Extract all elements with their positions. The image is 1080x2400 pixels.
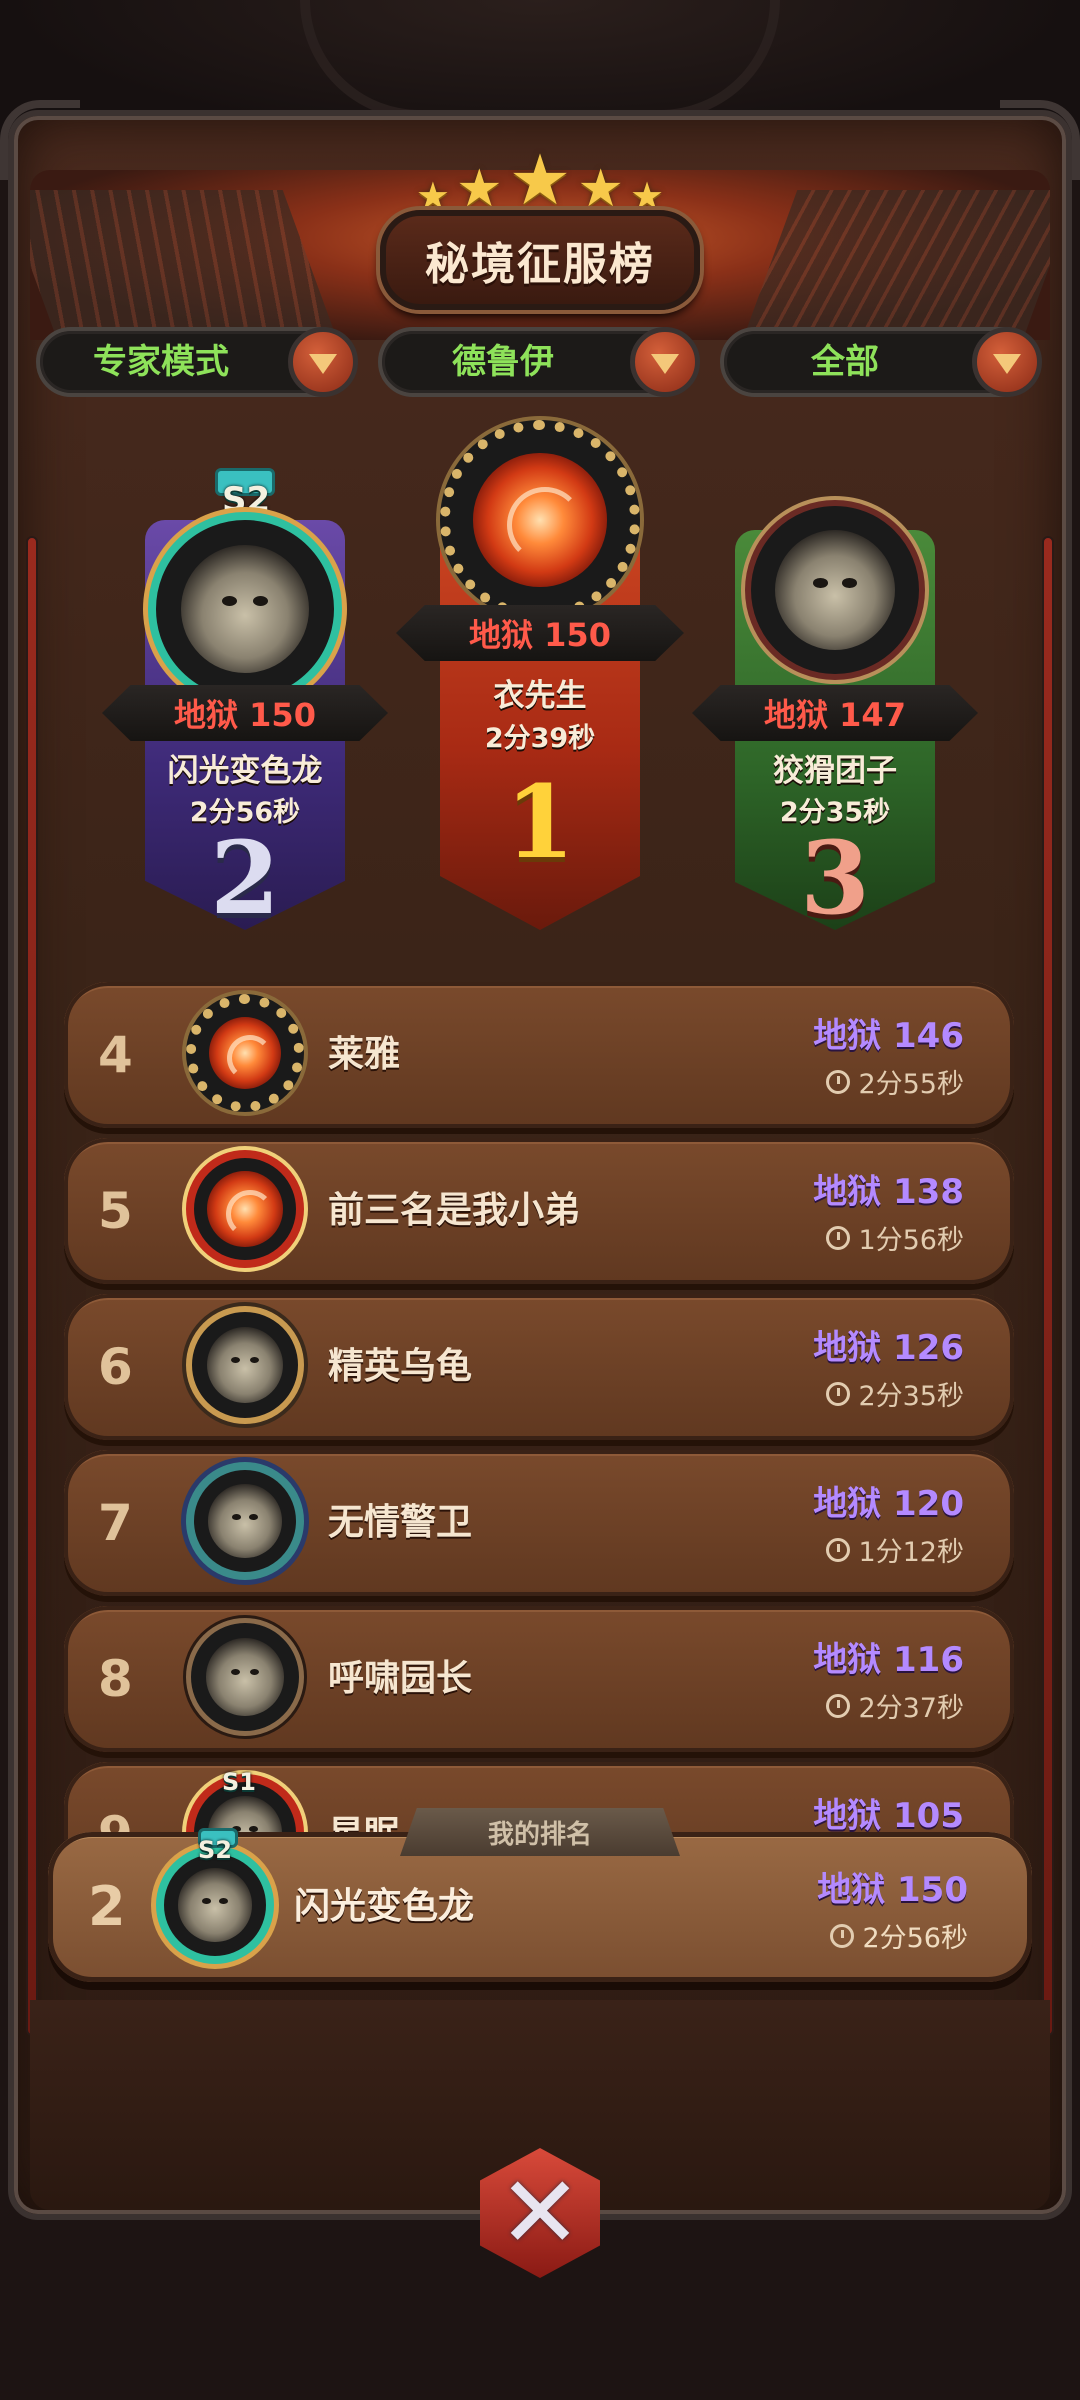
- row-rank: 5: [98, 1182, 133, 1240]
- row-time-text: 2分37秒: [858, 1693, 964, 1724]
- row-score: 地狱 138: [813, 1172, 964, 1212]
- row-rank: 8: [98, 1650, 133, 1708]
- close-button[interactable]: ✕: [455, 2138, 625, 2288]
- row-name: 星眠: [328, 1814, 401, 1840]
- player-avatar: [186, 994, 304, 1112]
- row-rank: 7: [98, 1494, 133, 1552]
- row-name: 无情警卫: [328, 1502, 473, 1543]
- row-name: 前三名是我小弟: [328, 1190, 581, 1231]
- my-rank-number: 2: [88, 1875, 126, 1938]
- row-score: 地狱 116: [813, 1640, 964, 1680]
- my-rank-label: 我的排名: [400, 1808, 680, 1856]
- row-time-text: 1分12秒: [858, 1537, 964, 1568]
- my-rank-time: 2分56秒: [830, 1916, 968, 1955]
- my-rank-time-text: 2分56秒: [862, 1923, 968, 1954]
- row-name: 呼啸园长: [328, 1658, 473, 1699]
- row-time-text: 2分35秒: [858, 1381, 964, 1412]
- row-rank: 9: [98, 1806, 133, 1840]
- clock-icon: [826, 1069, 851, 1094]
- row-time-text: 2分55秒: [858, 1069, 964, 1100]
- my-rank-score: 地狱 150: [817, 1870, 968, 1910]
- season-badge: S1: [222, 1768, 256, 1796]
- clock-icon: [826, 1693, 851, 1718]
- clock-icon: [826, 1225, 851, 1250]
- list-item[interactable]: 5 前三名是我小弟 地狱 138 1分56秒: [64, 1138, 1014, 1284]
- ranking-list[interactable]: 4 莱雅 地狱 146 2分55秒 5 前三名是我小弟 地狱 138 1分56秒…: [0, 0, 1080, 1840]
- row-rank: 4: [98, 1026, 133, 1084]
- clock-icon: [826, 1537, 851, 1562]
- list-item[interactable]: 8 呼啸园长 地狱 116 2分37秒: [64, 1606, 1014, 1752]
- my-rank-label-text: 我的排名: [487, 1819, 592, 1850]
- row-score: 地狱 120: [813, 1484, 964, 1524]
- row-time: 2分37秒: [826, 1686, 964, 1725]
- row-score: 地狱 105: [813, 1796, 964, 1836]
- player-avatar: [186, 1462, 304, 1580]
- row-name: 莱雅: [328, 1034, 401, 1075]
- hexagon-badge: ✕: [480, 2148, 600, 2278]
- row-time: 1分12秒: [826, 1530, 964, 1569]
- list-item[interactable]: 4 莱雅 地狱 146 2分55秒: [64, 982, 1014, 1128]
- row-rank: 6: [98, 1338, 133, 1396]
- clock-icon: [830, 1923, 855, 1948]
- row-time-text: 1分56秒: [858, 1225, 964, 1256]
- row-score: 地狱 146: [813, 1016, 964, 1056]
- player-avatar: [186, 1150, 304, 1268]
- row-time: 1分56秒: [826, 1218, 964, 1257]
- player-avatar: [186, 1306, 304, 1424]
- row-time: 2分35秒: [826, 1374, 964, 1413]
- player-avatar: [186, 1618, 304, 1736]
- close-icon: ✕: [498, 2154, 582, 2271]
- row-time: 2分55秒: [826, 1062, 964, 1101]
- list-item[interactable]: 6 精英乌龟 地狱 126 2分35秒: [64, 1294, 1014, 1440]
- row-score: 地狱 126: [813, 1328, 964, 1368]
- list-item[interactable]: 7 无情警卫 地狱 120 1分12秒: [64, 1450, 1014, 1596]
- season-badge: S2: [198, 1836, 232, 1864]
- clock-icon: [826, 1381, 851, 1406]
- row-name: 精英乌龟: [328, 1346, 473, 1387]
